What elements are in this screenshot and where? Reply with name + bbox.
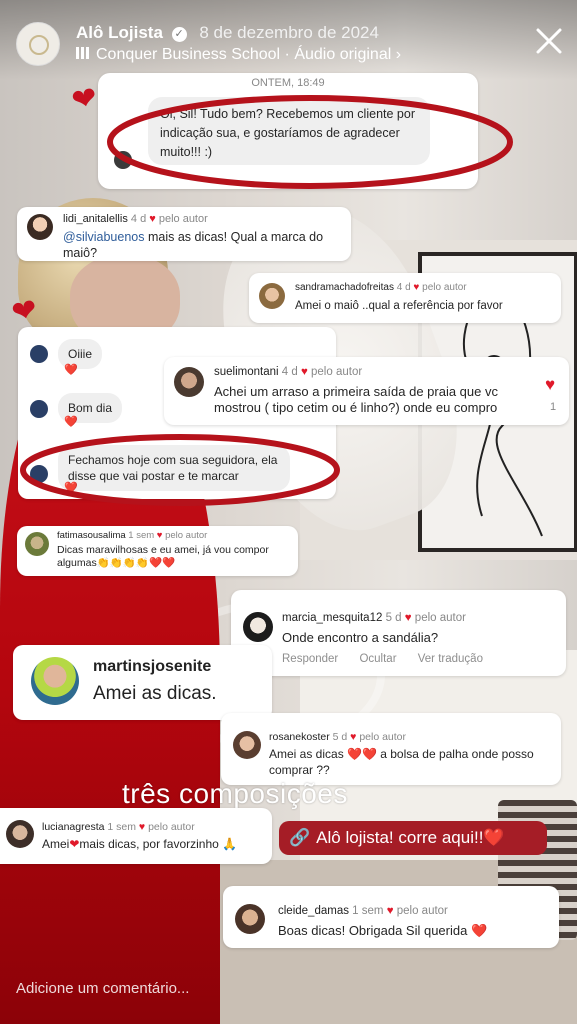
- comment-age: 4 d: [396, 282, 411, 293]
- comment-text: Boas dicas! Obrigada Sil querida ❤️: [278, 923, 488, 938]
- commenter-name: fatimasousalima: [57, 530, 126, 541]
- hide-button[interactable]: Ocultar: [359, 653, 396, 665]
- story-caption: três composições: [122, 778, 348, 809]
- heart-icon: ♥: [350, 731, 357, 743]
- author-tag: pelo autor: [158, 213, 208, 225]
- comment-age: 4 d: [281, 366, 298, 378]
- commenter-avatar: [233, 731, 261, 759]
- commenter-name: martinsjosenite: [93, 658, 212, 675]
- heart-icon: ♥: [386, 905, 394, 917]
- story-viewer: Alô Lojista ✓ 8 de dezembro de 2024 Conq…: [0, 0, 577, 1024]
- comment-text: Onde encontro a sandália?: [282, 630, 439, 645]
- comment-age: 4 d: [130, 213, 147, 225]
- account-name[interactable]: Alô Lojista: [76, 23, 163, 42]
- chat-avatar: [30, 465, 48, 483]
- heart-icon: ♥: [149, 213, 156, 225]
- commenter-avatar: [235, 904, 265, 934]
- dm-avatar: [114, 151, 132, 169]
- reply-button[interactable]: Responder: [282, 653, 338, 665]
- comment-card: lucianagresta 1 sem ♥ pelo autor Amei❤ma…: [0, 808, 272, 864]
- account-row[interactable]: Alô Lojista ✓ 8 de dezembro de 2024: [76, 23, 379, 43]
- chat-reaction: ❤️: [64, 482, 78, 494]
- author-tag: pelo autor: [359, 731, 407, 743]
- heart-icon: ♥: [404, 612, 412, 624]
- author-tag: pelo autor: [422, 282, 467, 293]
- commenter-name: marcia_mesquita12: [282, 612, 383, 624]
- comment-body-b: mais dicas, por favorzinho 🙏: [79, 837, 238, 851]
- audio-link[interactable]: Conquer Business School · Áudio original…: [76, 46, 401, 64]
- dm-screenshot-card: ONTEM, 18:49 Oi, Sil! Tudo bem? Recebemo…: [98, 73, 478, 189]
- chat-reaction: ❤️: [64, 416, 78, 428]
- verified-badge-icon: ✓: [171, 27, 187, 42]
- chat-avatar: [30, 400, 48, 418]
- heart-icon: ♥: [156, 530, 163, 541]
- author-tag: pelo autor: [165, 530, 208, 541]
- comment-age: 1 sem: [107, 821, 136, 833]
- comment-text: Amei o maiô ..qual a referência por favo…: [295, 300, 503, 312]
- comment-input[interactable]: Adicione um comentário...: [16, 980, 189, 997]
- decorative-heart-icon: ❤: [68, 80, 101, 119]
- chat-message: Fechamos hoje com sua seguidora, ela dis…: [58, 445, 290, 491]
- comment-text: Amei as dicas ❤️❤️ a bolsa de palha onde…: [269, 747, 534, 777]
- dm-message: Oi, Sil! Tudo bem? Recebemos um cliente …: [148, 97, 430, 165]
- commenter-avatar: [27, 214, 53, 240]
- dm-timestamp: ONTEM, 18:49: [251, 77, 325, 89]
- post-date: 8 de dezembro de 2024: [199, 23, 379, 42]
- author-tag: pelo autor: [414, 612, 466, 624]
- comment-text: Amei❤mais dicas, por favorzinho 🙏: [42, 836, 237, 852]
- audio-bars-icon: [76, 47, 90, 59]
- close-icon[interactable]: [532, 24, 566, 58]
- commenter-avatar: [31, 657, 79, 705]
- comment-text: @silviabuenos mais as dicas! Qual a marc…: [63, 229, 345, 261]
- comment-card: suelimontani 4 d ♥ pelo autor Achei um a…: [164, 357, 569, 425]
- comment-card: sandramachadofreitas 4 d ♥ pelo autor Am…: [249, 273, 561, 323]
- commenter-avatar: [6, 820, 34, 848]
- heart-emoji-icon: ❤: [69, 837, 80, 851]
- link-sticker-label[interactable]: Alô lojista! corre aqui!!❤️: [316, 828, 504, 847]
- comment-text: Achei um arraso a primeira saída de prai…: [214, 384, 498, 415]
- comment-body-a: Amei: [42, 837, 70, 851]
- comment-card: rosanekoster 5 d ♥ pelo autor Amei as di…: [221, 713, 561, 785]
- comment-age: 5 d: [385, 612, 402, 624]
- comment-card: fatimasousalima 1 sem ♥ pelo autor Dicas…: [17, 526, 298, 576]
- link-icon: 🔗: [289, 828, 311, 847]
- heart-icon: ♥: [138, 821, 146, 833]
- account-avatar[interactable]: [16, 22, 60, 66]
- commenter-avatar: [243, 612, 273, 642]
- like-count: 1: [550, 401, 557, 413]
- link-sticker[interactable]: 🔗 Alô lojista! corre aqui!!❤️: [279, 821, 547, 855]
- commenter-name: rosanekoster: [269, 731, 330, 743]
- comment-age: 5 d: [332, 731, 348, 743]
- comment-age: 1 sem: [128, 530, 155, 541]
- heart-icon: ♥: [300, 366, 308, 378]
- comment-text: Dicas maravilhosas e eu amei, já vou com…: [57, 544, 269, 569]
- commenter-avatar: [174, 367, 204, 397]
- commenter-name: suelimontani: [214, 366, 279, 378]
- mention-link[interactable]: @silviabuenos: [63, 230, 144, 244]
- commenter-avatar: [25, 532, 49, 556]
- commenter-name: sandramachadofreitas: [295, 282, 394, 293]
- heart-icon: ♥: [413, 282, 420, 293]
- audio-label[interactable]: Conquer Business School · Áudio original…: [96, 46, 401, 63]
- author-tag: pelo autor: [396, 905, 448, 917]
- comment-card-large: martinsjosenite Amei as dicas.: [13, 645, 272, 720]
- commenter-name: lidi_anitalellis: [63, 213, 128, 225]
- like-heart-icon[interactable]: ♥: [545, 375, 555, 395]
- commenter-name: cleide_damas: [278, 905, 349, 917]
- commenter-name: lucianagresta: [42, 821, 105, 833]
- chat-reaction: ❤️: [64, 364, 78, 376]
- chat-avatar: [30, 345, 48, 363]
- author-tag: pelo autor: [311, 366, 363, 378]
- translate-button[interactable]: Ver tradução: [418, 653, 483, 665]
- comment-card: cleide_damas 1 sem ♥ pelo autor Boas dic…: [223, 886, 559, 948]
- author-tag: pelo autor: [148, 821, 195, 833]
- comment-text: Amei as dicas.: [93, 683, 217, 704]
- comment-actions: Responder Ocultar Ver tradução: [282, 653, 483, 665]
- commenter-avatar: [259, 283, 285, 309]
- comment-card: lidi_anitalellis 4 d ♥ pelo autor @silvi…: [17, 207, 351, 261]
- comment-card: marcia_mesquita12 5 d ♥ pelo autor Onde …: [231, 590, 566, 676]
- comment-age: 1 sem: [352, 905, 384, 917]
